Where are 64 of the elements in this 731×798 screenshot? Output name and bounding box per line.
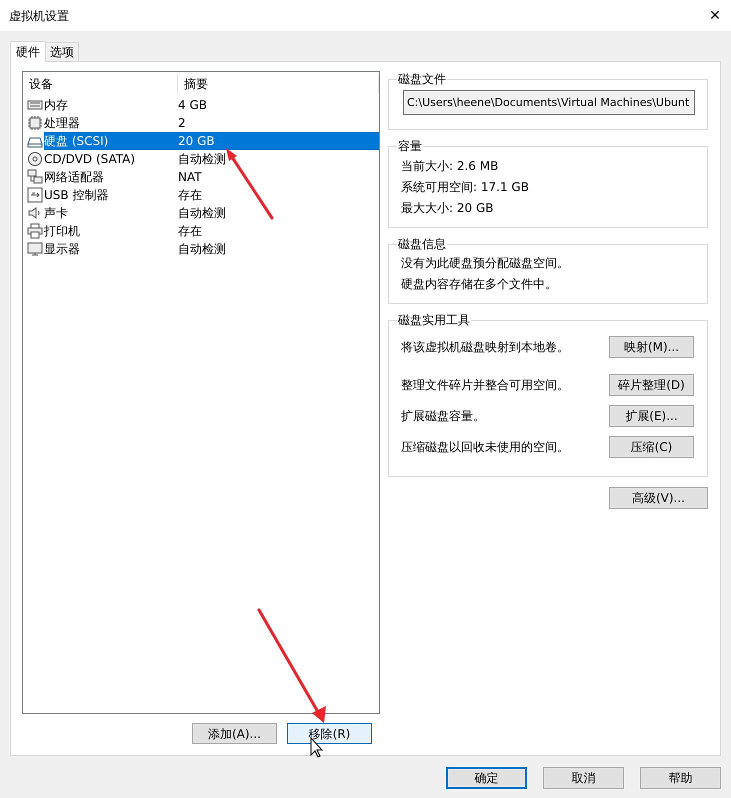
device-name: 显示器	[44, 241, 81, 258]
capacity-text: 当前大小: 2.6 MB	[401, 158, 500, 175]
utility-description: 扩展磁盘容量。	[401, 408, 485, 425]
device-row[interactable]: 显示器 自动检测	[44, 240, 379, 258]
capacity-text: 最大大小: 20 GB	[401, 200, 494, 217]
device-summary: 4 GB	[178, 97, 207, 114]
device-summary: 20 GB	[178, 133, 215, 150]
list-action-button[interactable]: 添加(A)...	[192, 723, 277, 744]
device-row[interactable]: 处理器 2	[44, 114, 379, 132]
device-row[interactable]: CD/DVD (SATA) 自动检测	[44, 150, 379, 168]
utility-button[interactable]: 压缩(C)	[609, 436, 694, 458]
device-name: 内存	[44, 97, 69, 114]
utility-description: 将该虚拟机磁盘映射到本地卷。	[401, 339, 569, 356]
printer-icon	[27, 223, 43, 239]
utility-button[interactable]: 映射(M)...	[609, 336, 694, 358]
device-row[interactable]: USB 控制器 存在	[44, 186, 379, 204]
group-title: 磁盘实用工具	[397, 312, 471, 328]
device-name: 处理器	[44, 115, 81, 132]
monitor-icon	[27, 241, 43, 257]
device-name: CD/DVD (SATA)	[44, 151, 136, 168]
device-summary: 自动检测	[178, 151, 226, 168]
dialog-button[interactable]: 确定	[446, 767, 527, 789]
disc-icon	[27, 151, 43, 167]
path-field[interactable]: C:\Users\heene\Documents\Virtual Machines\Ubunt	[403, 90, 695, 115]
group-title: 磁盘信息	[397, 236, 447, 252]
column-header[interactable]: 摘要	[178, 74, 379, 94]
device-row[interactable]: 内存 4 GB	[44, 96, 379, 114]
device-summary: 存在	[178, 223, 202, 240]
usb-icon	[27, 187, 43, 203]
device-name: 硬盘 (SCSI)	[44, 133, 110, 150]
group-title: 磁盘文件	[397, 71, 447, 87]
arrow-annotation	[226, 148, 274, 220]
dialog-button[interactable]: 取消	[543, 767, 624, 789]
device-row[interactable]: 网络适配器 NAT	[44, 168, 379, 186]
close-button[interactable]: ✕	[707, 8, 723, 22]
group-title: 容量	[397, 138, 423, 154]
capacity-text: 系统可用空间: 17.1 GB	[401, 179, 530, 196]
tab[interactable]: 硬件	[10, 41, 46, 62]
utility-description: 压缩磁盘以回收未使用的空间。	[401, 439, 569, 456]
network-icon	[27, 169, 43, 185]
device-summary: 自动检测	[178, 205, 226, 222]
advanced-button[interactable]: 高级(V)...	[609, 487, 708, 509]
column-header[interactable]: 设备	[23, 74, 178, 94]
info-text: 没有为此硬盘预分配磁盘空间。	[401, 255, 570, 272]
utility-button[interactable]: 碎片整理(D)	[609, 374, 694, 396]
dialog-button[interactable]: 帮助	[640, 767, 721, 789]
device-row[interactable]: 声卡 自动检测	[44, 204, 379, 222]
device-row[interactable]: 打印机 存在	[44, 222, 379, 240]
device-summary: 2	[178, 115, 186, 132]
device-row[interactable]: 硬盘 (SCSI) 20 GB	[44, 132, 379, 150]
list-action-button[interactable]: 移除(R)	[287, 723, 372, 744]
device-name: 声卡	[44, 205, 69, 222]
device-name: 网络适配器	[44, 169, 105, 186]
utility-button[interactable]: 扩展(E)...	[609, 405, 694, 427]
info-text: 硬盘内容存储在多个文件中。	[401, 276, 558, 293]
window-title: 虚拟机设置	[9, 8, 69, 24]
utility-description: 整理文件碎片并整合可用空间。	[401, 377, 569, 394]
device-summary: 存在	[178, 187, 202, 204]
chip-icon	[27, 115, 43, 131]
device-summary: NAT	[178, 169, 202, 186]
device-summary: 自动检测	[178, 241, 226, 258]
device-name: 打印机	[44, 223, 81, 240]
device-name: USB 控制器	[44, 187, 110, 204]
tab[interactable]: 选项	[46, 42, 79, 61]
